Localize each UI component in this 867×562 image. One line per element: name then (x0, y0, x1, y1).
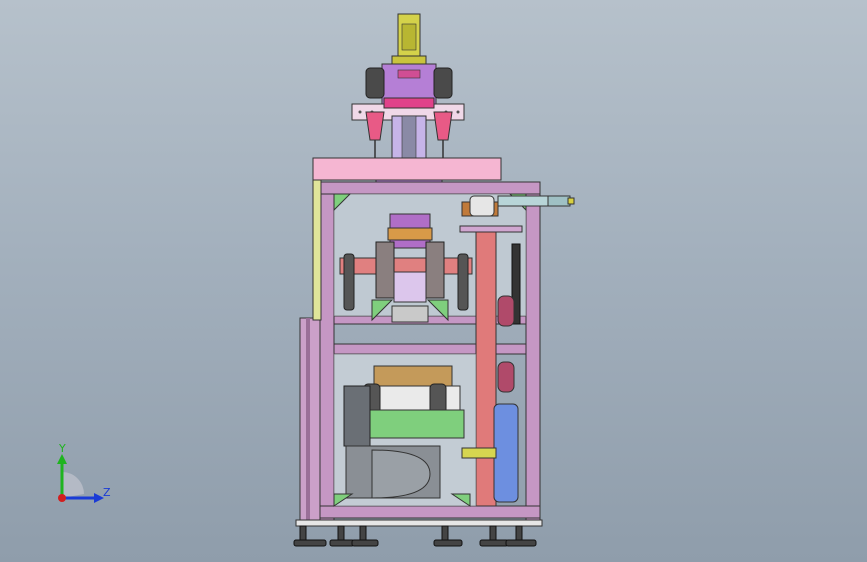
x-axis-point (58, 494, 66, 502)
cad-viewport[interactable]: Y Z (0, 0, 867, 562)
y-axis-label: Y (59, 442, 66, 455)
top-olive-bracket (391, 13, 427, 67)
assembly-drawing (57, 13, 575, 547)
top-deck-plate (312, 157, 502, 181)
leveling-feet (293, 519, 543, 547)
z-axis-label: Z (103, 486, 111, 499)
lower-interior (333, 353, 497, 507)
axis-triad (57, 454, 104, 503)
